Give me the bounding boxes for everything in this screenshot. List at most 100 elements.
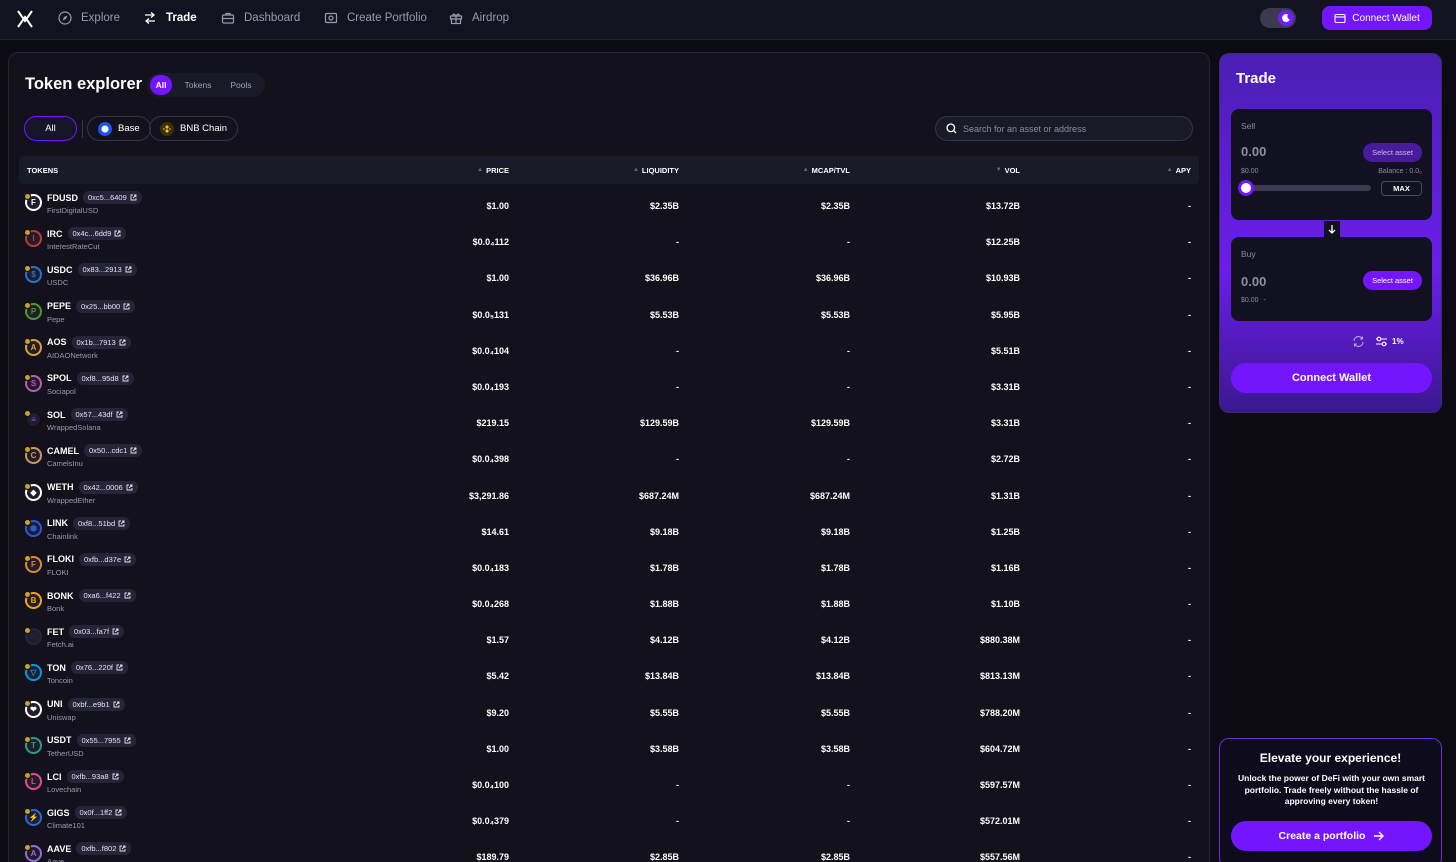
chain-badge-icon xyxy=(24,627,31,635)
refresh-icon[interactable] xyxy=(1352,335,1365,348)
chain-filter-all[interactable]: All xyxy=(24,116,77,141)
cell-apy: - xyxy=(1188,201,1191,211)
cell-apy: - xyxy=(1188,309,1191,320)
cell-price: $0.0₄193 xyxy=(472,381,509,392)
table-row[interactable]: ⬢ LINK 0xf8...51bd Chainlink $14.61 $9.18B $9.… xyxy=(19,510,1199,546)
table-row[interactable]: B BONK 0xa6...f422 Bonk $0.0₄268 $1.88B $1.88B… xyxy=(19,582,1199,618)
tab-all[interactable]: All xyxy=(150,75,172,95)
table-row[interactable]: ◆ WETH 0x42...0006 WrappedEther $3,291.86 $68… xyxy=(19,474,1199,510)
external-link-icon xyxy=(114,230,121,237)
table-row[interactable]: A AAVE 0xfb...f802 Aave $189.79 $2.85B $2.85B $… xyxy=(19,835,1199,862)
token-address-link[interactable]: 0xfb...93a8 xyxy=(66,770,124,783)
table-row[interactable]: ❤ UNI 0xbf...e9b1 Uniswap $9.20 $5.55B $5.55B $… xyxy=(19,691,1199,727)
nav-trade[interactable]: Trade xyxy=(143,0,197,36)
token-logo-glyph: F xyxy=(31,559,36,569)
token-address-link[interactable]: 0x4c...6dd9 xyxy=(67,227,127,241)
chain-filter-bnb[interactable]: BNB Chain xyxy=(149,116,238,141)
table-row[interactable]: A AOS 0x1b...7913 AIDAONetwork $0.0₄104 - - $5.… xyxy=(19,329,1199,365)
swap-direction-button[interactable] xyxy=(1324,221,1340,237)
token-address-link[interactable]: 0x25...bb00 xyxy=(76,299,136,313)
slippage-setting[interactable]: 1% xyxy=(1375,335,1404,348)
chain-badge-icon xyxy=(24,265,31,273)
token-address: 0x0f...1ff2 xyxy=(79,808,113,818)
token-logo-icon: ≡ xyxy=(24,410,42,429)
token-address-link[interactable]: 0xf8...51bd xyxy=(73,516,131,530)
token-address-link[interactable]: 0x0f...1ff2 xyxy=(74,806,128,820)
token-address: 0xf8...51bd xyxy=(78,518,116,528)
token-address-link[interactable]: 0x83...2913 xyxy=(77,263,137,277)
nav-airdrop[interactable]: Airdrop xyxy=(449,0,509,36)
nav-airdrop-label: Airdrop xyxy=(472,12,510,24)
create-portfolio-button[interactable]: Create a portfolio xyxy=(1231,821,1432,851)
token-address-link[interactable]: 0xf8...95d8 xyxy=(76,371,134,385)
token-address-link[interactable]: 0x55...7955 xyxy=(76,733,136,747)
tab-pools[interactable]: Pools xyxy=(221,75,261,95)
token-address-link[interactable]: 0xa6...f422 xyxy=(78,589,136,603)
theme-toggle[interactable] xyxy=(1260,8,1296,28)
column-tokens[interactable]: TOKENS xyxy=(27,156,58,184)
table-row[interactable]: F FDUSD 0xc5...6409 FirstDigitalUSD $1.00 $2.… xyxy=(19,184,1199,220)
column-vol-label: VOL xyxy=(1004,165,1020,175)
token-address-link[interactable]: 0xfb...f802 xyxy=(76,842,132,856)
table-row[interactable]: ∷ FET 0x03...fa7f Fetch.ai $1.57 $4.12B $4.12B… xyxy=(19,618,1199,654)
table-row[interactable]: T USDT 0x55...7955 TetherUSD $1.00 $3.58B $3.5… xyxy=(19,727,1199,763)
tab-tokens[interactable]: Tokens xyxy=(178,75,218,95)
sell-amount-input[interactable]: 0.00 xyxy=(1241,144,1266,159)
logo-icon[interactable] xyxy=(16,9,34,29)
token-text: UNI 0xbf...e9b1 Uniswap xyxy=(47,697,125,722)
token-address-link[interactable]: 0xc5...6409 xyxy=(83,191,142,204)
trade-connect-wallet-button[interactable]: Connect Wallet xyxy=(1231,363,1432,393)
table-row[interactable]: F FLOKI 0xfb...d37e FLOKI $0.0₄183 $1.78B $1.7… xyxy=(19,546,1199,582)
table-row[interactable]: I IRC 0x4c...6dd9 InterestRateCut $0.0₄112 - -… xyxy=(19,220,1199,256)
search-box[interactable] xyxy=(935,116,1193,141)
nav-explore[interactable]: Explore xyxy=(58,0,120,36)
cell-mcap-tvl: - xyxy=(847,237,850,248)
chain-filter-all-label: All xyxy=(45,123,56,134)
token-address-link[interactable]: 0x03...fa7f xyxy=(69,625,125,639)
token-cell: ∷ FET 0x03...fa7f Fetch.ai xyxy=(24,625,125,649)
table-row[interactable]: ▽ TON 0x76...220f Toncoin $5.42 $13.84B $13.84… xyxy=(19,654,1199,690)
table-row[interactable]: P PEPE 0x25...bb00 Pepe $0.0₅131 $5.53B $5.53B… xyxy=(19,293,1199,329)
buy-select-asset-button[interactable]: Select asset xyxy=(1363,271,1422,290)
table-row[interactable]: C CAMEL 0x50...cdc1 CamelsInu $0.0₄398 - - $2.7… xyxy=(19,437,1199,473)
token-text: FET 0x03...fa7f Fetch.ai xyxy=(47,625,125,649)
max-button[interactable]: MAX xyxy=(1381,181,1422,196)
column-vol[interactable]: ▼︎ VOL xyxy=(996,156,1020,184)
search-input[interactable] xyxy=(963,123,1183,134)
slider-thumb[interactable] xyxy=(1238,180,1254,196)
nav-create-portfolio[interactable]: Create Portfolio xyxy=(324,0,427,36)
token-address: 0xfb...93a8 xyxy=(71,772,109,781)
column-liquidity[interactable]: ▲︎ LIQUIDITY xyxy=(633,156,679,184)
token-address-link[interactable]: 0x42...0006 xyxy=(78,480,138,494)
sell-select-asset-button[interactable]: Select asset xyxy=(1363,143,1422,162)
nav-dashboard[interactable]: Dashboard xyxy=(221,0,300,36)
external-link-icon xyxy=(112,628,119,635)
amount-slider[interactable] xyxy=(1238,180,1371,196)
token-address: 0xfb...d37e xyxy=(84,554,122,564)
cell-liquidity: $36.96B xyxy=(644,273,679,284)
table-row[interactable]: ⚡ GIGS 0x0f...1ff2 Climate101 $0.0₄379 - - $572… xyxy=(19,799,1199,835)
token-address-link[interactable]: 0xfb...d37e xyxy=(79,552,137,566)
table-row[interactable]: L LCI 0xfb...93a8 Lovechain $0.0₄100 - - $597.5… xyxy=(19,763,1199,799)
column-apy[interactable]: ▲︎ APY xyxy=(1167,156,1191,184)
table-row[interactable]: $ USDC 0x83...2913 USDC $1.00 $36.96B $36.96B $… xyxy=(19,256,1199,292)
buy-amount-input[interactable]: 0.00 xyxy=(1241,274,1266,289)
table-row[interactable]: S SPOL 0xf8...95d8 Sociapol $0.0₄193 - - $3.31B… xyxy=(19,365,1199,401)
cell-vol: $880.38M xyxy=(979,635,1020,646)
cell-vol: $557.56M xyxy=(979,852,1020,862)
external-link-icon xyxy=(124,737,131,744)
chain-filter-base[interactable]: Base xyxy=(87,116,151,141)
cell-price: $5.42 xyxy=(486,671,509,682)
token-address-link[interactable]: 0x57...43df xyxy=(70,408,128,422)
column-mcap-tvl[interactable]: ▲︎ MCAP/TVL xyxy=(803,156,850,184)
token-text: USDT 0x55...7955 TetherUSD xyxy=(47,733,136,758)
token-address-link[interactable]: 0xbf...e9b1 xyxy=(67,697,125,711)
token-address-link[interactable]: 0x1b...7913 xyxy=(71,335,131,349)
table-row[interactable]: ≡ SOL 0x57...43df WrappedSolana $219.15 $129.… xyxy=(19,401,1199,437)
token-address-link[interactable]: 0x50...cdc1 xyxy=(84,444,143,458)
connect-wallet-button[interactable]: Connect Wallet xyxy=(1322,6,1432,30)
token-address-link[interactable]: 0x76...220f xyxy=(70,661,128,675)
sort-icon: ▲︎ xyxy=(632,167,639,173)
column-price[interactable]: ▲︎ PRICE xyxy=(477,156,509,184)
token-symbol: CAMEL xyxy=(47,445,79,456)
